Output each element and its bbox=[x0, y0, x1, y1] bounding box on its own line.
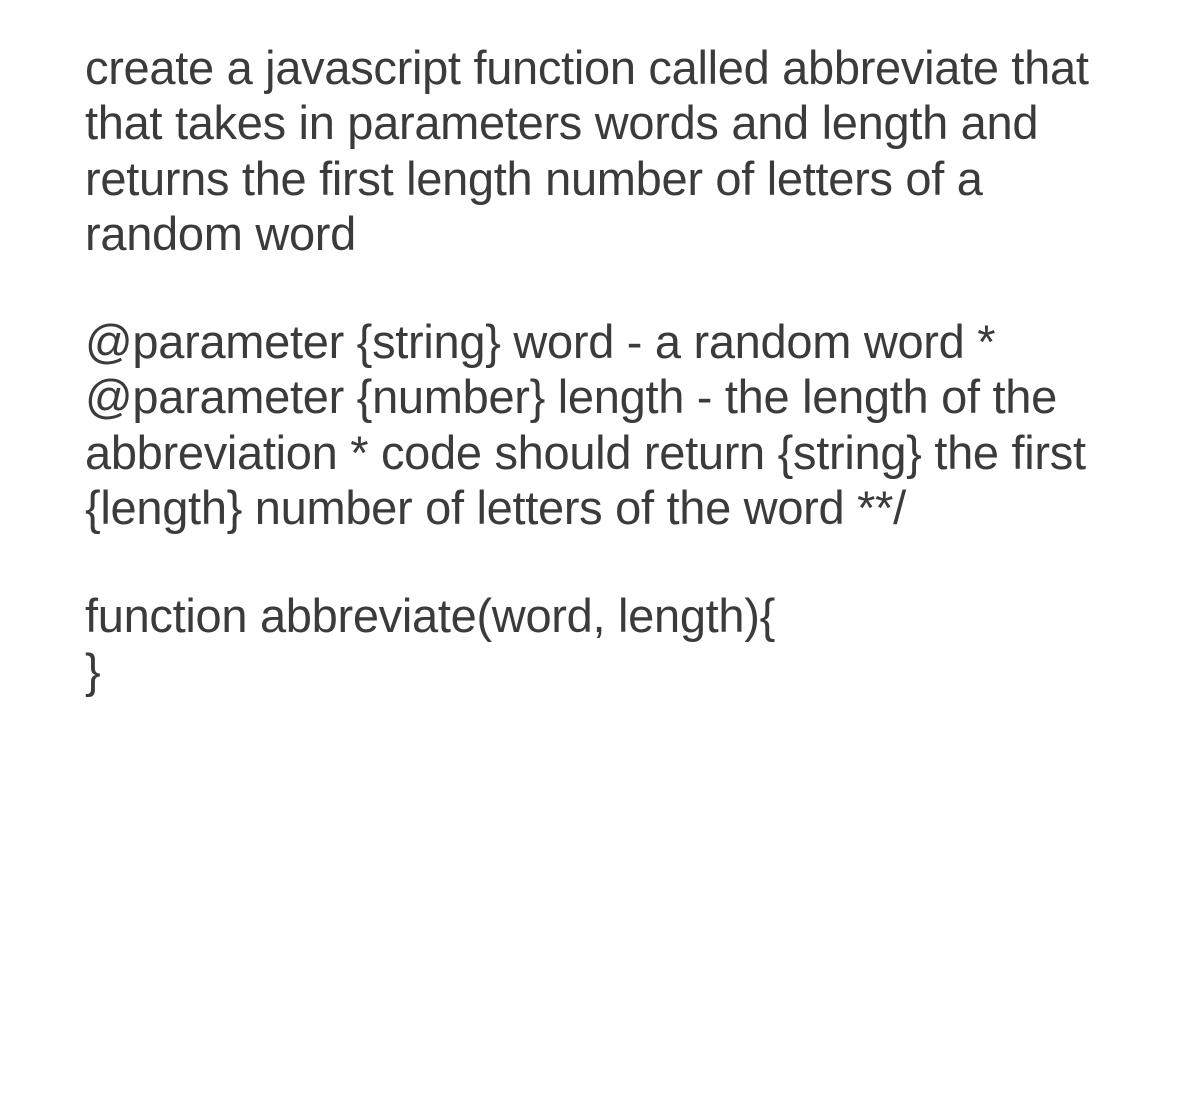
document-body: create a javascript function called abbr… bbox=[85, 40, 1120, 699]
jsdoc-block: @parameter {string} word - a random word… bbox=[85, 314, 1120, 536]
function-signature: function abbreviate(word, length){ bbox=[85, 588, 1120, 643]
function-close-brace: } bbox=[85, 643, 1120, 698]
description-paragraph: create a javascript function called abbr… bbox=[85, 40, 1120, 262]
code-block: function abbreviate(word, length){ } bbox=[85, 588, 1120, 699]
description-text: create a javascript function called abbr… bbox=[85, 41, 1089, 260]
jsdoc-param-word: @parameter {string} word - a random word bbox=[85, 315, 965, 368]
jsdoc-close: **/ bbox=[857, 481, 906, 534]
